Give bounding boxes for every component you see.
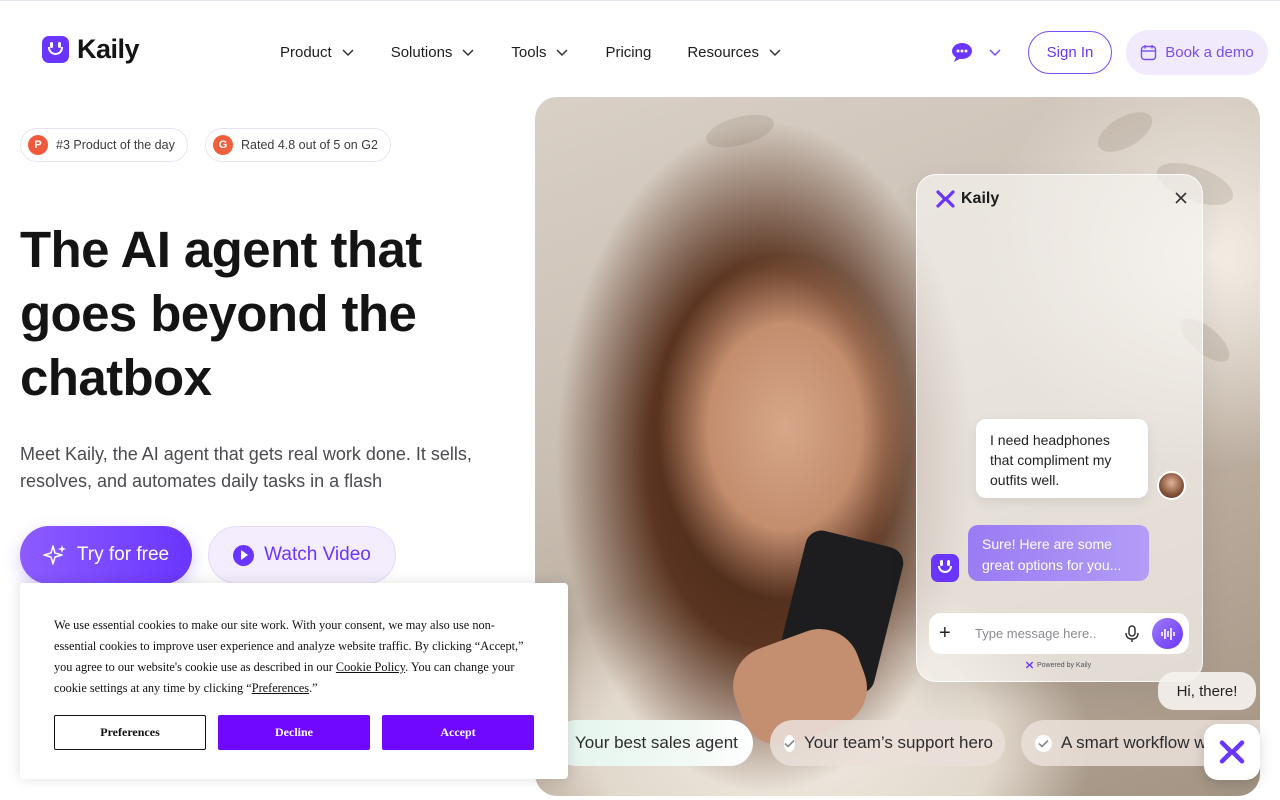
nav-label: Pricing (605, 43, 652, 61)
pill-label: Your team’s support hero (804, 733, 994, 752)
cookie-policy-link[interactable]: Cookie Policy (336, 660, 405, 674)
check-icon (1035, 734, 1052, 752)
powered-by-text: Powered by Kaily (1037, 661, 1092, 669)
producthunt-badge[interactable]: P #3 Product of the day (20, 128, 188, 162)
bot-avatar-icon (931, 554, 959, 582)
book-demo-label: Book a demo (1165, 44, 1254, 61)
chevron-down-icon (769, 49, 781, 57)
producthunt-icon: P (28, 135, 48, 155)
chat-message-input[interactable]: + Type message here.. (929, 613, 1189, 654)
book-demo-button[interactable]: Book a demo (1126, 30, 1268, 75)
chat-bubble-icon (952, 43, 972, 62)
nav-item-product[interactable]: Product (280, 40, 355, 64)
leaf-shadow (702, 108, 778, 154)
preferences-link[interactable]: Preferences (252, 681, 309, 695)
kaily-chat-launcher[interactable] (1204, 724, 1260, 780)
chevron-down-icon (989, 49, 1001, 57)
cookie-text: We use essential cookies to make our sit… (54, 615, 524, 699)
watch-video-button[interactable]: Watch Video (208, 526, 396, 584)
try-for-free-button[interactable]: Try for free (20, 526, 192, 584)
sparkle-icon (43, 545, 66, 565)
badge-label: #3 Product of the day (56, 138, 175, 152)
watch-label: Watch Video (264, 544, 371, 565)
hero-headline: The AI agent that goes beyond the chatbo… (20, 221, 422, 406)
kaily-logo-icon (42, 36, 69, 63)
nav-item-pricing[interactable]: Pricing (605, 40, 651, 64)
chevron-down-icon (342, 49, 354, 57)
message-placeholder: Type message here.. (975, 626, 1097, 641)
cookie-preferences-button[interactable]: Preferences (54, 715, 206, 750)
nav-item-resources[interactable]: Resources (687, 40, 782, 64)
nav-label: Product (280, 43, 332, 61)
kaily-logo[interactable]: Kaily (42, 34, 140, 65)
user-avatar (1157, 471, 1186, 500)
nav-label: Solutions (390, 43, 453, 61)
pill-label: Your best sales agent (575, 733, 738, 752)
play-icon (233, 544, 255, 566)
g2-badge[interactable]: G Rated 4.8 out of 5 on G2 (205, 128, 391, 162)
nav-item-solutions[interactable]: Solutions (391, 40, 476, 64)
chat-logo: Kaily (935, 190, 999, 208)
kaily-k-icon (1025, 661, 1034, 669)
kaily-k-icon (936, 190, 955, 208)
logo-text: Kaily (77, 34, 140, 64)
greeting-bubble[interactable]: Hi, there! (1158, 672, 1256, 710)
chevron-down-icon (462, 49, 474, 57)
leaf-shadow (1091, 104, 1159, 160)
nav-item-tools[interactable]: Tools (511, 40, 569, 64)
user-message: I need headphones that compliment my out… (976, 419, 1148, 498)
kaily-k-icon (1219, 740, 1245, 764)
powered-by: Powered by Kaily (1025, 661, 1091, 669)
hero-subtext: Meet Kaily, the AI agent that gets real … (20, 444, 472, 491)
main-nav: Product Solutions Tools Pricing Resource… (280, 40, 818, 64)
try-label: Try for free (76, 544, 170, 565)
pill-label: A smart workflow w (1061, 733, 1207, 752)
nav-label: Resources (687, 43, 760, 61)
pill-sales-agent: Your best sales agent (553, 720, 753, 766)
voice-wave-button[interactable] (1152, 618, 1183, 649)
bot-message: Sure! Here are some great options for yo… (968, 525, 1149, 581)
cookie-text-part: .” (309, 681, 318, 695)
badge-label: Rated 4.8 out of 5 on G2 (241, 138, 378, 152)
calendar-icon (1141, 45, 1157, 61)
cookie-decline-button[interactable]: Decline (218, 715, 370, 750)
top-border (0, 0, 1280, 1)
language-selector[interactable] (950, 41, 1002, 63)
microphone-icon[interactable] (1124, 624, 1140, 643)
close-icon[interactable] (1174, 191, 1188, 205)
nav-label: Tools (511, 43, 547, 61)
plus-icon[interactable]: + (939, 622, 959, 645)
pill-support-hero: Your team’s support hero (770, 720, 1005, 766)
check-icon (784, 734, 795, 752)
sign-in-button[interactable]: Sign In (1028, 31, 1112, 74)
sound-wave-icon (1160, 627, 1175, 640)
cookie-banner: We use essential cookies to make our sit… (20, 583, 568, 779)
g2-icon: G (213, 135, 233, 155)
cookie-accept-button[interactable]: Accept (382, 715, 534, 750)
chat-title: Kaily (961, 190, 1000, 207)
chevron-down-icon (556, 49, 568, 57)
